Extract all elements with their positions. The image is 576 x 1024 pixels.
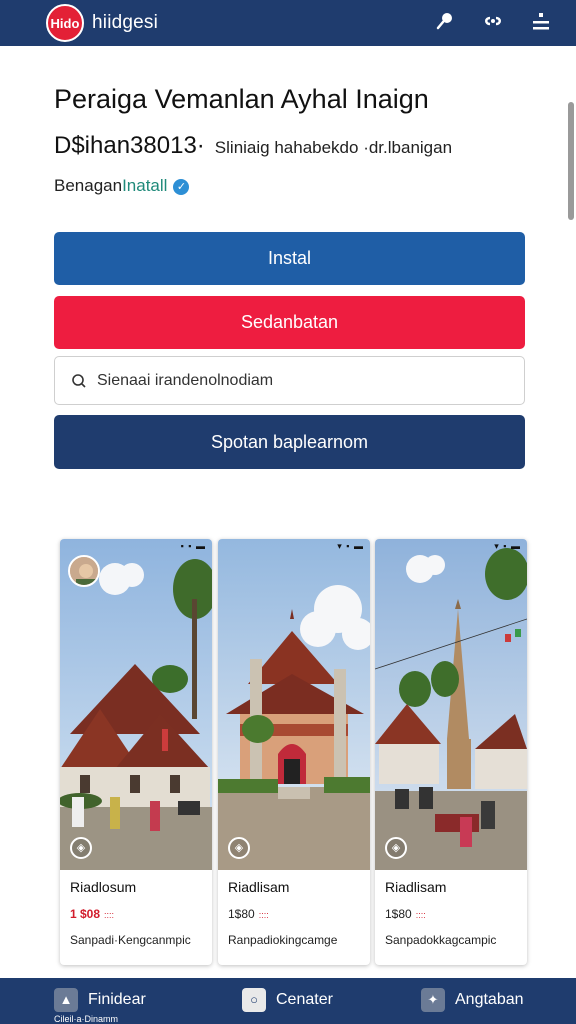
- app-logo[interactable]: Hido: [46, 4, 84, 42]
- nav-item-2[interactable]: ○ Cenater: [242, 988, 333, 1012]
- secondary-navy-button[interactable]: Spotan baplearnom: [54, 415, 525, 469]
- card-photo: [60, 539, 212, 870]
- nav-label: Cenater: [276, 991, 333, 1008]
- bottom-nav: ▲ Finidear ○ Cenater ✦ Angtaban Cileil·a…: [0, 978, 576, 1024]
- price-value: 1$80: [228, 907, 255, 921]
- link-icon[interactable]: [480, 10, 506, 39]
- place-card-1[interactable]: ▪ ▪ ▬ ◈ Riadlosum 1 $08:::: Sanpadi·Keng…: [60, 539, 212, 965]
- place-card-2[interactable]: ▾ ▪ ▬ ◈ Riadlisam 1$80:::: Ranpadiokingc…: [218, 539, 370, 965]
- card-photo: [218, 539, 370, 870]
- card-photo: [375, 539, 527, 870]
- status-bar: ▾ ▪ ▬: [337, 541, 364, 551]
- logo-icon: ▲: [54, 988, 78, 1012]
- card-description: Ranpadiokingcamge: [228, 933, 338, 947]
- pin-icon[interactable]: [432, 10, 458, 39]
- nav-label: Angtaban: [455, 991, 524, 1008]
- search-icon: [71, 373, 87, 389]
- page-scrollbar[interactable]: [568, 102, 574, 220]
- price-value: 1 $08: [70, 907, 101, 921]
- status-bar: ▾ ▪ ▬: [494, 541, 521, 551]
- check-icon: ✓: [173, 178, 190, 195]
- price-suffix: ::::: [258, 910, 269, 920]
- subtitle-row: D$ihan38013· Sliniaig hahabekdo ·dr.lban…: [54, 132, 452, 160]
- location-icon[interactable]: ◈: [228, 837, 250, 859]
- price-suffix: ::::: [104, 910, 115, 920]
- card-price: 1$80::::: [228, 907, 269, 921]
- card-description: Sanpadi·Kengcanmpic: [70, 933, 191, 947]
- search-field[interactable]: Sienaai irandenolnodiam: [54, 356, 525, 405]
- install-link[interactable]: Inatall: [122, 176, 167, 195]
- nav-sub-label: Cileil·a·Dinamm: [54, 1014, 119, 1024]
- app-name: hiidgesi: [92, 12, 159, 33]
- page-title: Peraiga Vemanlan Ayhal Inaign: [54, 84, 429, 114]
- nav-label: Finidear: [88, 991, 146, 1008]
- price-value: 1$80: [385, 907, 412, 921]
- menu-icon[interactable]: [528, 10, 554, 39]
- top-bar: Hido hiidgesi: [0, 0, 576, 46]
- status-bar: ▪ ▪ ▬: [180, 541, 206, 551]
- header-actions: [432, 10, 554, 39]
- primary-red-button[interactable]: Sedanbatan: [54, 296, 525, 349]
- card-title: Riadlisam: [385, 879, 447, 895]
- location-icon[interactable]: ◈: [70, 837, 92, 859]
- card-price: 1$80::::: [385, 907, 426, 921]
- card-price: 1 $08::::: [70, 907, 114, 921]
- subtitle-text: Sliniaig hahabekdo ·dr.lbanigan: [214, 138, 453, 157]
- nav-item-1[interactable]: ▲ Finidear: [54, 988, 146, 1012]
- compass-icon: ✦: [421, 988, 445, 1012]
- card-description: Sanpadokkagcampic: [385, 933, 497, 947]
- search-placeholder: Sienaai irandenolnodiam: [97, 371, 274, 389]
- card-title: Riadlosum: [70, 879, 137, 895]
- nav-item-3[interactable]: ✦ Angtaban: [421, 988, 524, 1012]
- install-prefix: Benagan: [54, 176, 123, 195]
- price-suffix: ::::: [415, 910, 426, 920]
- install-line: BenaganInatall ✓: [54, 176, 190, 196]
- location-icon[interactable]: ◈: [385, 837, 407, 859]
- circle-icon: ○: [242, 988, 266, 1012]
- card-title: Riadlisam: [228, 879, 290, 895]
- avatar[interactable]: [68, 555, 100, 587]
- install-button[interactable]: Instal: [54, 232, 525, 285]
- subtitle-code: D$ihan38013·: [54, 132, 205, 159]
- place-card-3[interactable]: ▾ ▪ ▬ ◈ Riadlisam 1$80:::: Sanpadokkagca…: [375, 539, 527, 965]
